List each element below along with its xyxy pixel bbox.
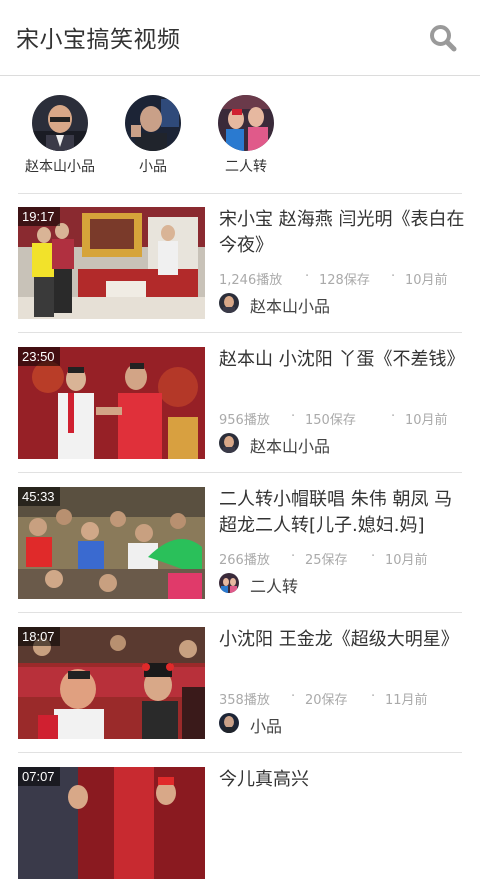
- page-title: 宋小宝搞笑视频: [16, 27, 181, 53]
- source-name: 小品: [250, 717, 283, 736]
- video-thumbnail[interactable]: 18:07: [18, 627, 205, 739]
- video-info: 今儿真高兴: [219, 767, 465, 819]
- publish-time: 10月前: [385, 553, 428, 568]
- play-count: 956播放: [219, 413, 270, 428]
- separator-dot: ·: [305, 269, 310, 284]
- source-avatar: [219, 293, 239, 313]
- duration-badge: 45:33: [18, 487, 60, 506]
- play-count: 266播放: [219, 553, 270, 568]
- channel-label: 二人转: [225, 159, 267, 175]
- video-item[interactable]: 19:17 宋小宝 赵海燕 闫光明《表白在今夜》 1,246播放 · 128保存…: [0, 193, 480, 333]
- avatar: [218, 95, 274, 151]
- separator-dot: ·: [291, 409, 296, 424]
- video-thumbnail[interactable]: 45:33: [18, 487, 205, 599]
- video-info: 宋小宝 赵海燕 闫光明《表白在今夜》 1,246播放 · 128保存 · 10月…: [219, 207, 465, 316]
- source-name: 赵本山小品: [250, 437, 331, 456]
- video-info: 二人转小帽联唱 朱伟 朝凤 马超龙二人转[儿子.媳妇.妈] 266播放 · 25…: [219, 487, 465, 596]
- channel-row: 赵本山小品 小品 二人转: [0, 77, 480, 193]
- avatar: [125, 95, 181, 151]
- source-avatar: [219, 573, 239, 593]
- channel-label: 小品: [139, 159, 167, 175]
- video-title[interactable]: 二人转小帽联唱 朱伟 朝凤 马超龙二人转[儿子.媳妇.妈]: [219, 487, 465, 539]
- save-count: 25保存: [305, 553, 348, 568]
- video-thumbnail[interactable]: 23:50: [18, 347, 205, 459]
- separator-dot: ·: [391, 269, 396, 284]
- publish-time: 10月前: [405, 273, 448, 288]
- save-count: 150保存: [305, 413, 356, 428]
- duration-badge: 19:17: [18, 207, 60, 226]
- save-count: 128保存: [319, 273, 370, 288]
- duration-badge: 18:07: [18, 627, 60, 646]
- video-info: 赵本山 小沈阳 丫蛋《不差钱》 956播放 · 150保存 · 10月前 赵本山…: [219, 347, 465, 456]
- video-thumbnail[interactable]: 19:17: [18, 207, 205, 319]
- channel-label: 赵本山小品: [25, 159, 95, 175]
- source-avatar: [219, 433, 239, 453]
- duration-badge: 07:07: [18, 767, 60, 786]
- video-title[interactable]: 赵本山 小沈阳 丫蛋《不差钱》: [219, 347, 465, 399]
- video-item[interactable]: 07:07 今儿真高兴: [0, 753, 480, 893]
- video-item[interactable]: 45:33 二人转小帽联唱 朱伟 朝凤 马超龙二人转[儿子.媳妇.妈] 266播…: [0, 473, 480, 613]
- video-info: 小沈阳 王金龙《超级大明星》 358播放 · 20保存 · 11月前 小品: [219, 627, 465, 736]
- play-count: 1,246播放: [219, 273, 283, 288]
- duration-badge: 23:50: [18, 347, 60, 366]
- video-item[interactable]: 23:50 赵本山 小沈阳 丫蛋《不差钱》 956播放 · 150保存 · 10…: [0, 333, 480, 473]
- source-name: 二人转: [250, 577, 299, 596]
- separator-dot: ·: [291, 689, 296, 704]
- publish-time: 10月前: [405, 413, 448, 428]
- separator-dot: ·: [371, 549, 376, 564]
- separator-dot: ·: [391, 409, 396, 424]
- video-title[interactable]: 今儿真高兴: [219, 767, 465, 819]
- video-title[interactable]: 小沈阳 王金龙《超级大明星》: [219, 627, 465, 679]
- search-icon[interactable]: [428, 23, 458, 53]
- play-count: 358播放: [219, 693, 270, 708]
- publish-time: 11月前: [385, 693, 428, 708]
- channel-errenzhuan[interactable]: 二人转: [206, 95, 286, 176]
- video-item[interactable]: 18:07 小沈阳 王金龙《超级大明星》 358播放 · 20保存 · 11月前…: [0, 613, 480, 753]
- source-avatar: [219, 713, 239, 733]
- channel-zhaobenshan[interactable]: 赵本山小品: [20, 95, 100, 176]
- save-count: 20保存: [305, 693, 348, 708]
- video-title[interactable]: 宋小宝 赵海燕 闫光明《表白在今夜》: [219, 207, 465, 259]
- source-name: 赵本山小品: [250, 297, 331, 316]
- avatar: [32, 95, 88, 151]
- separator-dot: ·: [291, 549, 296, 564]
- separator-dot: ·: [371, 689, 376, 704]
- app-header: 宋小宝搞笑视频: [0, 0, 480, 76]
- channel-xiaopin[interactable]: 小品: [113, 95, 193, 176]
- video-thumbnail[interactable]: 07:07: [18, 767, 205, 879]
